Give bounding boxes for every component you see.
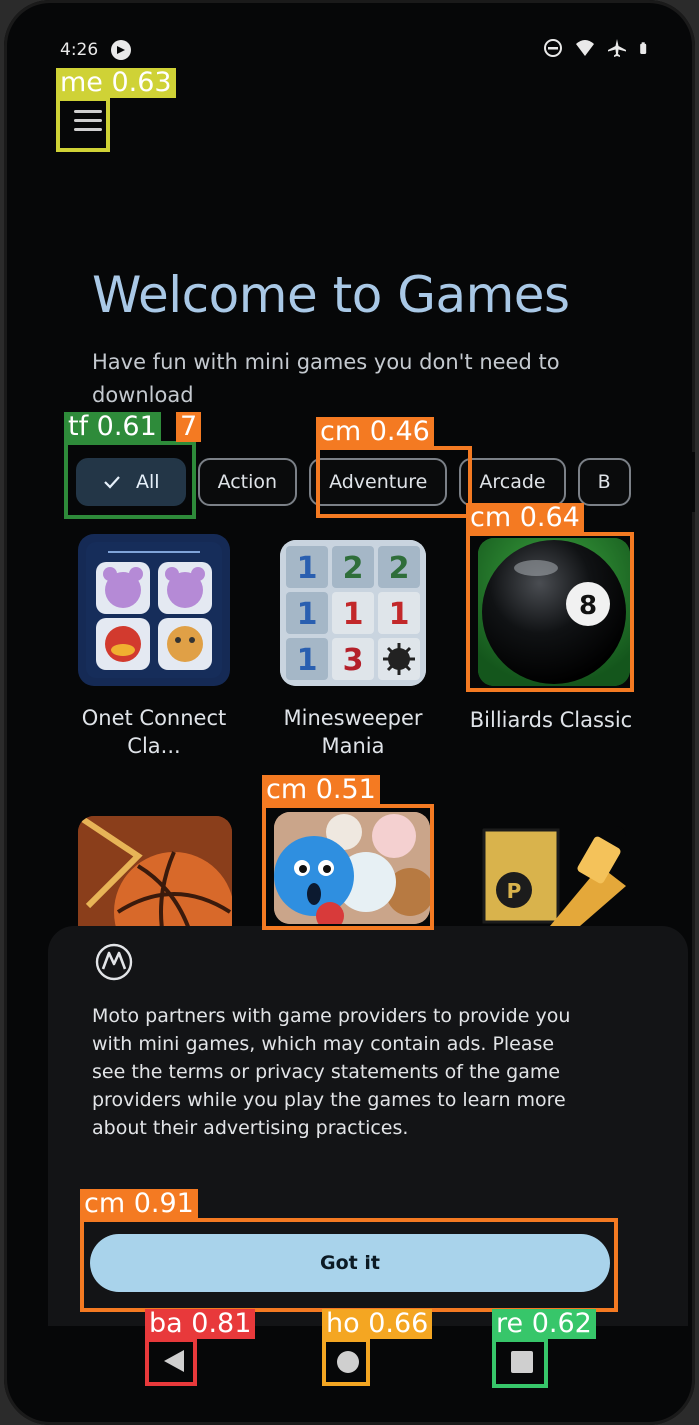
- detection-label: ba 0.81: [145, 1309, 256, 1339]
- app-notification-icon: [111, 40, 131, 60]
- detection-box-bubble-pop: cm 0.51: [262, 775, 434, 930]
- chip-b[interactable]: B: [577, 458, 631, 506]
- detection-box-billiards: cm 0.64: [466, 503, 634, 692]
- do-not-disturb-icon: [544, 39, 562, 57]
- chip-label: Arcade: [479, 471, 546, 493]
- game-title-minesweeper[interactable]: Minesweeper Mania: [258, 704, 448, 760]
- ads-notice-text: Moto partners with game providers to pro…: [92, 1005, 571, 1139]
- airplane-icon: [608, 39, 626, 57]
- mine-cell: 1: [297, 551, 318, 586]
- chips-overflow-mask: [640, 452, 695, 512]
- detection-label: re 0.62: [492, 1309, 596, 1339]
- detection-box-recents: re 0.62: [492, 1309, 596, 1388]
- mine-cell: 2: [343, 551, 364, 586]
- minesweeper-thumbnail[interactable]: 1 2 2 1 1 1 1 3: [280, 540, 426, 686]
- minesweeper-art: 1 2 2 1 1 1 1 3: [280, 540, 426, 686]
- detection-label-overlap: 7: [176, 412, 202, 442]
- detection-box-home: ho 0.66: [322, 1309, 433, 1386]
- parking-art: P: [482, 828, 626, 926]
- status-bar: 4:26: [60, 38, 651, 64]
- motorola-logo-icon: [95, 943, 133, 981]
- detection-label: cm 0.46: [316, 417, 434, 447]
- detection-box-back: ba 0.81: [145, 1309, 256, 1386]
- parking-thumbnail[interactable]: P: [480, 826, 626, 926]
- mine-cell: 3: [343, 643, 364, 678]
- svg-text:P: P: [507, 879, 522, 903]
- onet-connect-thumbnail[interactable]: [78, 534, 230, 686]
- onet-connect-art: [86, 542, 222, 678]
- detection-box-menu: me 0.63: [56, 68, 176, 152]
- mine-cell: 2: [389, 551, 410, 586]
- detection-label: cm 0.51: [262, 775, 380, 805]
- phone-screen: 4:26 Welcome to Games Have fun with mini…: [4, 0, 695, 1425]
- game-title-billiards[interactable]: Billiards Classic: [456, 706, 646, 734]
- detection-label: ho 0.66: [322, 1309, 433, 1339]
- basketball-art: [78, 816, 232, 926]
- basketball-thumbnail[interactable]: [78, 816, 232, 926]
- chip-label: Action: [217, 471, 278, 493]
- game-title-onet[interactable]: Onet Connect Cla...: [59, 704, 249, 760]
- detection-box-got-it: cm 0.91: [80, 1189, 618, 1312]
- wifi-icon: [576, 40, 594, 56]
- detection-box-chip-all: tf 0.61 7: [64, 412, 202, 519]
- mine-cell: 1: [389, 597, 410, 632]
- page-title: Welcome to Games: [92, 266, 570, 324]
- status-time: 4:26: [60, 40, 99, 60]
- chip-arcade[interactable]: Arcade: [459, 458, 566, 506]
- page-subtitle: Have fun with mini games you don't need …: [92, 350, 560, 407]
- detection-label: tf 0.61: [64, 412, 161, 442]
- detection-label: cm 0.64: [466, 503, 584, 533]
- battery-icon: [640, 42, 647, 54]
- chip-action[interactable]: Action: [197, 458, 298, 506]
- mine-cell: 1: [343, 597, 364, 632]
- mine-cell: 1: [297, 597, 318, 632]
- detection-label: cm 0.91: [80, 1189, 198, 1219]
- detection-label: me 0.63: [56, 68, 176, 98]
- mine-cell: 1: [297, 643, 318, 678]
- detection-box-chip-adventure: cm 0.46: [316, 417, 472, 518]
- chip-label: B: [597, 471, 611, 493]
